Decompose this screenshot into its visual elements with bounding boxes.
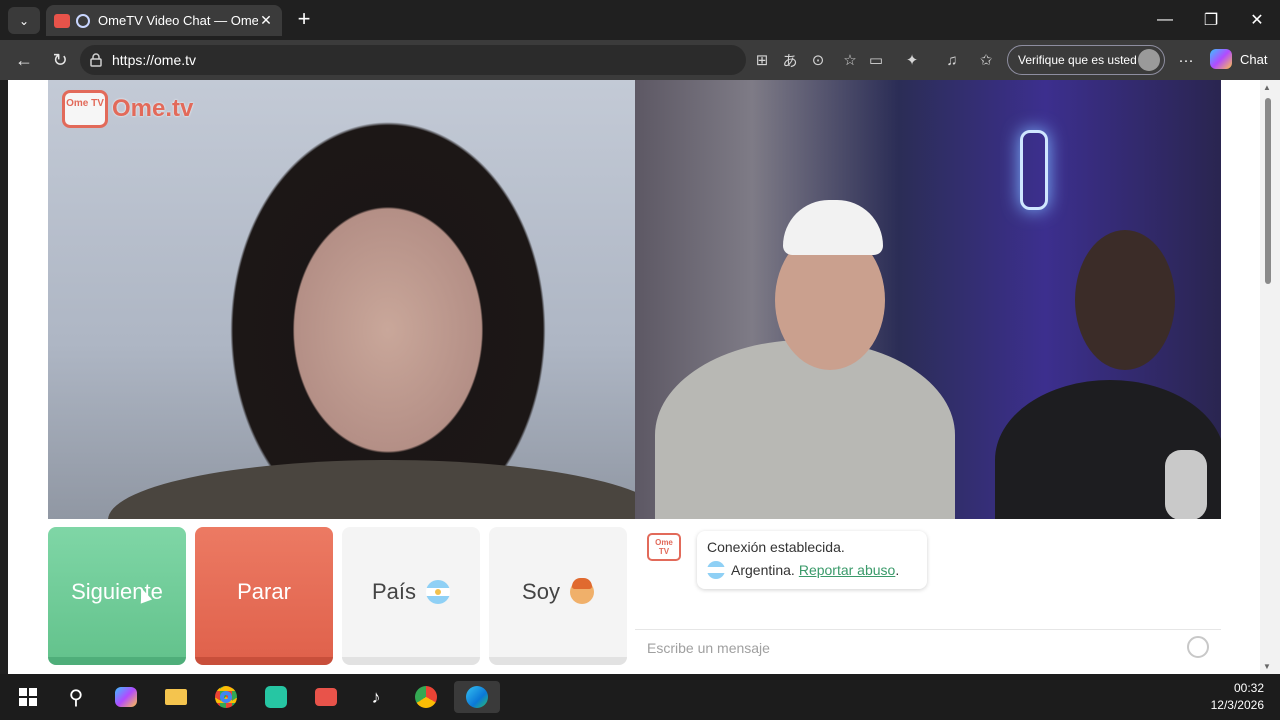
- browser-tab-bar: ⌄ OmeTV Video Chat — Omegle ✕ + — ❐ ✕: [0, 0, 1280, 40]
- argentina-flag-icon: [426, 580, 451, 604]
- url-text: https://ome.tv: [112, 52, 197, 68]
- copilot-app-icon[interactable]: [110, 681, 142, 713]
- tiktok-icon[interactable]: ♪: [360, 681, 392, 713]
- microphone-image: [1165, 450, 1207, 519]
- logo-text: Ome.tv: [112, 95, 194, 122]
- chevron-down-icon: ⌄: [18, 13, 30, 28]
- message-connection: Conexión establecida.: [707, 539, 845, 555]
- ometv-logo[interactable]: Ome TV Ome.tv: [62, 90, 193, 128]
- browser-toolbar: ← ↻ https://ome.tv ⊞ あ ⊙ ☆ ▭ ✦ ♫ ✩ Verif…: [0, 40, 1280, 80]
- boy-face-icon: [569, 578, 594, 604]
- video-figure: [655, 340, 955, 519]
- message-country: Argentina.: [731, 562, 795, 578]
- next-button[interactable]: Siguiente: [48, 527, 186, 665]
- scrollbar-thumb[interactable]: [1265, 98, 1271, 284]
- chrome-icon[interactable]: [210, 681, 242, 713]
- avatar: [1138, 49, 1160, 71]
- scroll-up-icon[interactable]: ▲: [1263, 83, 1271, 92]
- copilot-button[interactable]: Chat: [1210, 49, 1267, 69]
- clock-time: 00:32: [1233, 681, 1264, 695]
- address-bar[interactable]: https://ome.tv: [80, 45, 746, 75]
- gender-button[interactable]: Soy: [489, 527, 627, 665]
- chrome-profile-icon[interactable]: [410, 681, 442, 713]
- back-arrow-icon[interactable]: ←: [12, 48, 36, 72]
- emoji-icon[interactable]: [1187, 636, 1209, 658]
- country-button[interactable]: País: [342, 527, 480, 665]
- tv-favicon-icon: [54, 13, 70, 28]
- tv-logo-icon: Ome TV: [62, 90, 108, 128]
- gender-label: Soy: [522, 579, 560, 604]
- close-window-button[interactable]: ✕: [1234, 0, 1280, 40]
- favorite-star-icon[interactable]: ☆: [840, 50, 860, 70]
- page-scrollbar[interactable]: ▲ ▼: [1260, 80, 1280, 674]
- refresh-icon[interactable]: ↻: [48, 48, 72, 72]
- message-period: .: [895, 562, 900, 578]
- system-clock[interactable]: 00:32 12/3/2026: [1211, 680, 1264, 714]
- tab-title: OmeTV Video Chat — Omegle: [98, 13, 258, 28]
- message-placeholder: Escribe un mensaje: [647, 640, 770, 656]
- verify-label: Verifique que es usted: [1018, 53, 1137, 67]
- tv-app-icon[interactable]: [310, 681, 342, 713]
- green-app-icon[interactable]: [260, 681, 292, 713]
- chat-panel: Ome TV Conexión establecida. Argentina. …: [635, 519, 1221, 665]
- search-icon[interactable]: ⚲: [60, 681, 92, 713]
- windows-taskbar: ⚲ ♪ 00:32 12/3/2026: [0, 674, 1280, 720]
- restore-button[interactable]: ❐: [1188, 0, 1234, 40]
- country-label: País: [371, 579, 417, 604]
- tab-close-icon[interactable]: ✕: [258, 12, 274, 29]
- video-figure: [783, 200, 883, 255]
- tab-ometv[interactable]: OmeTV Video Chat — Omegle ✕: [46, 5, 282, 36]
- neon-sign: [1020, 130, 1048, 210]
- windows-start-icon[interactable]: [12, 681, 44, 713]
- profile-verify-button[interactable]: Verifique que es usted: [1007, 45, 1165, 75]
- app-grid-icon[interactable]: ⊞: [752, 50, 772, 70]
- minimize-button[interactable]: —: [1142, 0, 1188, 40]
- tab-list-button[interactable]: ⌄: [8, 7, 40, 34]
- more-tools-icon[interactable]: ⊙: [808, 50, 828, 70]
- stop-button[interactable]: Parar: [195, 527, 333, 665]
- favorites-icon[interactable]: ✩: [976, 50, 996, 70]
- scroll-down-icon[interactable]: ▼: [1263, 662, 1271, 671]
- stop-label: Parar: [237, 579, 291, 604]
- message-input[interactable]: Escribe un mensaje: [635, 629, 1221, 665]
- settings-more-icon[interactable]: ···: [1176, 50, 1196, 70]
- copilot-label: Chat: [1240, 51, 1268, 67]
- ometv-system-icon: Ome TV: [647, 533, 681, 561]
- remote-video: [635, 80, 1221, 519]
- argentina-flag-icon: [707, 561, 725, 579]
- edge-icon[interactable]: [454, 681, 500, 713]
- file-explorer-icon[interactable]: [160, 681, 192, 713]
- clock-date: 12/3/2026: [1210, 698, 1264, 712]
- video-figure: [1075, 230, 1175, 370]
- video-icon[interactable]: ▭: [866, 50, 886, 70]
- report-abuse-link[interactable]: Reportar abuso: [799, 562, 896, 578]
- new-tab-button[interactable]: +: [292, 8, 316, 32]
- translate-icon[interactable]: あ: [780, 50, 800, 70]
- copilot-icon: [1210, 49, 1232, 69]
- media-icon[interactable]: ♫: [942, 50, 962, 70]
- system-message: Conexión establecida. Argentina. Reporta…: [697, 531, 927, 589]
- extensions-icon[interactable]: ✦: [902, 50, 922, 70]
- local-video: [48, 80, 635, 519]
- video-figure: [108, 460, 635, 519]
- recording-icon: [76, 13, 90, 28]
- lock-icon: [90, 53, 102, 67]
